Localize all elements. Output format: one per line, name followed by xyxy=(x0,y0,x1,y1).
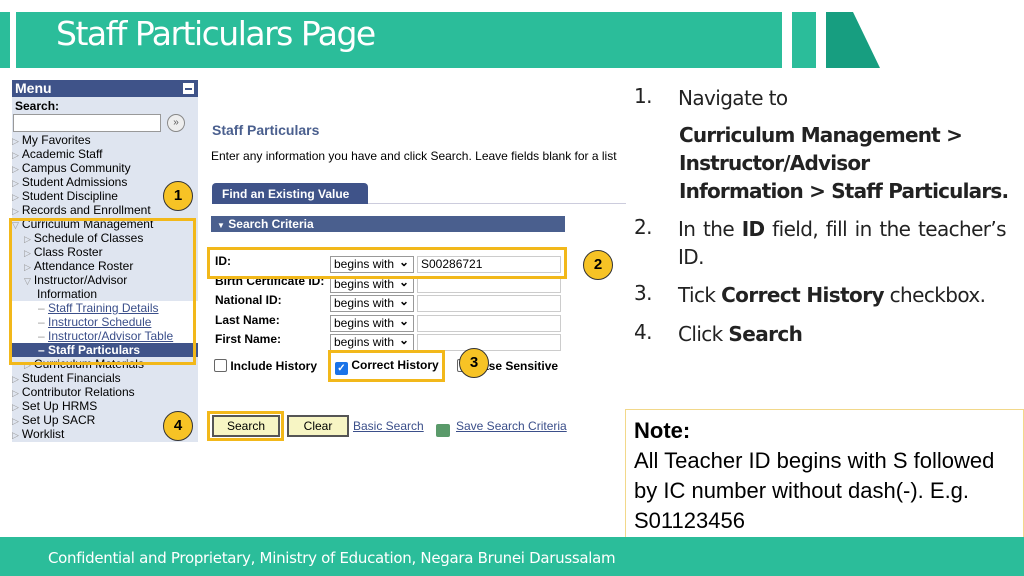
field-input[interactable] xyxy=(417,314,561,332)
title-bar-left xyxy=(0,12,10,68)
title-bar-wedge xyxy=(826,12,880,68)
operator-select[interactable]: begins with xyxy=(330,334,414,351)
step-1: Navigate to xyxy=(678,84,1006,112)
field-label: National ID: xyxy=(215,293,282,307)
clear-button[interactable]: Clear xyxy=(287,415,349,437)
instructions: Enter any information you have and click… xyxy=(211,149,617,163)
step-text: checkbox. xyxy=(883,283,986,307)
step-bold: Search xyxy=(728,322,803,346)
collapsed-icon: ▷ xyxy=(12,164,19,174)
menu-search-input[interactable] xyxy=(13,114,161,132)
collapsed-icon: ▷ xyxy=(12,178,19,188)
menu-item-label: Worklist xyxy=(21,427,65,441)
section-label: Search Criteria xyxy=(228,217,314,231)
collapsed-icon: ▷ xyxy=(12,136,19,146)
menu-search-go-icon[interactable]: » xyxy=(167,114,185,132)
minimize-icon[interactable] xyxy=(183,83,194,94)
title-bar-strip xyxy=(792,12,816,68)
step-bold: ID xyxy=(741,217,765,241)
collapsed-icon: ▷ xyxy=(12,430,19,440)
step-4: Click Search xyxy=(678,320,1006,348)
highlight-id-field xyxy=(207,247,567,279)
collapsed-icon: ▷ xyxy=(12,388,19,398)
menu-item-label: Records and Enrollment xyxy=(21,203,151,217)
step-badge-4: 4 xyxy=(163,411,193,441)
menu-item-label: Set Up HRMS xyxy=(21,399,98,413)
save-icon xyxy=(436,424,450,437)
highlight-menu xyxy=(9,218,196,365)
step-bold: Correct History xyxy=(721,283,884,307)
step-badge-2: 2 xyxy=(583,250,613,280)
menu-item[interactable]: ▷ My Favorites xyxy=(12,133,198,147)
step-text: Tick xyxy=(678,283,722,307)
field-input[interactable] xyxy=(417,295,561,312)
nav-path-line: Information > Staff Particulars. xyxy=(679,179,1009,203)
footer-text: Confidential and Proprietary, Ministry o… xyxy=(48,549,616,567)
menu-item-label: Academic Staff xyxy=(21,147,103,161)
step-badge-1: 1 xyxy=(163,181,193,211)
step-3: Tick Correct History checkbox. xyxy=(678,281,1006,309)
highlight-search xyxy=(207,411,284,441)
highlight-correct-history xyxy=(328,350,445,382)
note-title: Note: xyxy=(634,418,691,443)
save-search-criteria-link[interactable]: Save Search Criteria xyxy=(456,419,567,433)
menu-item[interactable]: ▷ Set Up HRMS xyxy=(12,399,198,413)
note-text: All Teacher ID begins with S followed by… xyxy=(634,448,995,533)
menu-search-label: Search: xyxy=(15,99,60,113)
collapsed-icon: ▷ xyxy=(12,192,19,202)
menu-item-label: Campus Community xyxy=(21,161,131,175)
nav-path-line: Curriculum Management > xyxy=(679,123,963,147)
field-label: Last Name: xyxy=(215,312,280,327)
tab-underline xyxy=(368,203,626,204)
collapsed-icon: ▷ xyxy=(12,416,19,426)
field-label: First Name: xyxy=(215,332,282,346)
collapsed-icon: ▷ xyxy=(12,374,19,384)
menu-item-label: Student Admissions xyxy=(21,175,128,189)
menu-item[interactable]: ▷ Campus Community xyxy=(12,161,198,175)
menu-item-label: Contributor Relations xyxy=(21,385,135,399)
collapsed-icon: ▷ xyxy=(12,150,19,160)
nav-path-line: Instructor/Advisor xyxy=(679,151,870,175)
menu-item[interactable]: ▷ Academic Staff xyxy=(12,147,198,161)
step-number: 3. xyxy=(634,281,652,305)
menu-item-label: Student Financials xyxy=(21,371,121,385)
include-history-checkbox[interactable]: Include History xyxy=(214,359,317,373)
collapsed-icon: ▷ xyxy=(12,402,19,412)
menu-item[interactable]: ▷ Contributor Relations xyxy=(12,385,198,399)
menu-item-label: Student Discipline xyxy=(21,189,118,203)
navigation-path: Curriculum Management > Instructor/Advis… xyxy=(679,121,1009,205)
step-text: Navigate to xyxy=(678,86,788,110)
menu-item-label: My Favorites xyxy=(21,133,91,147)
step-number: 1. xyxy=(634,84,652,108)
menu-title: Menu xyxy=(15,80,52,96)
step-2: In the ID field, fill in the teacher’s I… xyxy=(678,215,1007,271)
menu-item[interactable]: ▷ Student Financials xyxy=(12,371,198,385)
operator-select[interactable]: begins with xyxy=(330,314,414,332)
step-text: Click xyxy=(678,322,729,346)
page-title: Staff Particulars xyxy=(212,122,320,138)
checkbox-label: Include History xyxy=(230,359,318,373)
menu-item-label: Set Up SACR xyxy=(21,413,96,427)
basic-search-link[interactable]: Basic Search xyxy=(353,419,424,433)
section-search-criteria[interactable]: ▼ Search Criteria xyxy=(211,216,565,232)
collapse-icon: ▼ xyxy=(217,221,225,230)
note-box: Note: All Teacher ID begins with S follo… xyxy=(625,409,1024,538)
step-number: 4. xyxy=(634,320,652,344)
operator-select[interactable]: begins with xyxy=(330,295,414,312)
step-badge-3: 3 xyxy=(459,348,489,378)
menu-header: Menu xyxy=(12,80,198,97)
step-text: In the xyxy=(678,217,742,241)
field-input[interactable] xyxy=(417,334,561,351)
tab-find-existing-value[interactable]: Find an Existing Value xyxy=(212,183,368,204)
step-number: 2. xyxy=(634,215,652,239)
slide-title: Staff Particulars Page xyxy=(56,14,376,53)
collapsed-icon: ▷ xyxy=(12,206,19,216)
